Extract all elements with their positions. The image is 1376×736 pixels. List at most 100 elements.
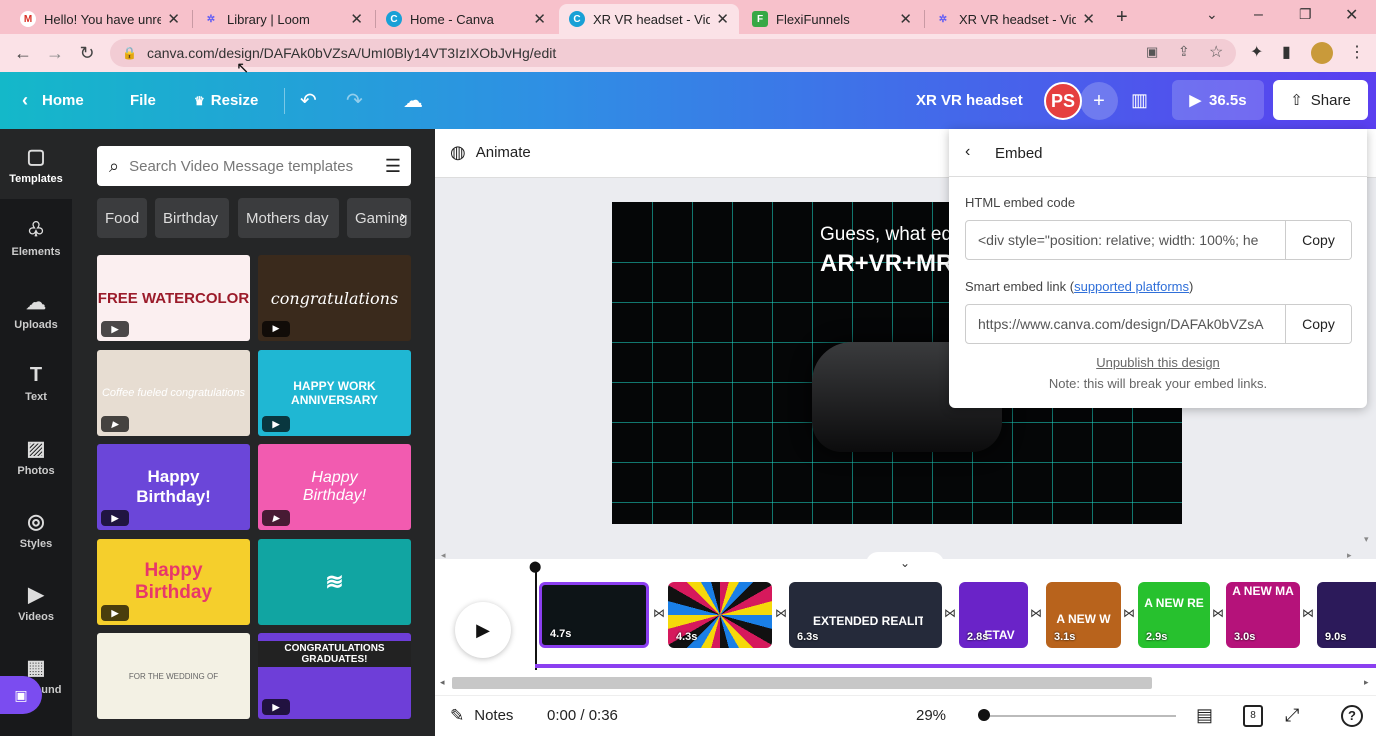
home-button[interactable]: ‹ Home bbox=[22, 72, 84, 129]
browser-tab[interactable]: F FlexiFunnels ✕ bbox=[742, 4, 922, 34]
collaborator-avatar[interactable]: PS bbox=[1044, 82, 1082, 120]
redo-icon[interactable]: ↷ bbox=[346, 72, 363, 129]
close-tab-icon[interactable]: ✕ bbox=[899, 10, 912, 28]
browser-tab[interactable]: ✲ Library | Loom ✕ bbox=[193, 4, 373, 34]
template-thumb[interactable]: Happy Birthday! ▶ bbox=[258, 444, 411, 530]
rail-item-styles[interactable]: ◎ Styles bbox=[0, 494, 72, 564]
browser-tab[interactable]: M Hello! You have unrea ✕ bbox=[10, 4, 190, 34]
close-tab-icon[interactable]: ✕ bbox=[716, 10, 729, 28]
copy-link-button[interactable]: Copy bbox=[1285, 305, 1351, 343]
help-button[interactable]: ? bbox=[1341, 695, 1363, 736]
rail-item-text[interactable]: T Text bbox=[0, 348, 72, 418]
extensions-icon[interactable]: ✦ bbox=[1250, 42, 1263, 62]
timeline-play-button[interactable]: ▶ bbox=[455, 602, 511, 658]
browser-tab-active[interactable]: C XR VR headset - Vide ✕ bbox=[559, 4, 739, 34]
transition-icon[interactable]: ⋈ bbox=[653, 606, 665, 620]
copy-html-button[interactable]: Copy bbox=[1285, 221, 1351, 259]
timeline-clip[interactable]: 9.0s bbox=[1317, 582, 1376, 648]
back-icon[interactable]: ← bbox=[8, 34, 38, 72]
browser-menu-icon[interactable]: ⋮ bbox=[1349, 42, 1365, 62]
timeline-scroll-right-icon[interactable]: ▸ bbox=[1364, 677, 1369, 688]
embed-back-icon[interactable]: ‹ bbox=[965, 143, 970, 161]
new-tab-icon[interactable]: + bbox=[1116, 6, 1128, 29]
rail-item-videos[interactable]: ▶ Videos bbox=[0, 567, 72, 637]
close-tab-icon[interactable]: ✕ bbox=[350, 10, 363, 28]
filter-icon[interactable]: ☰ bbox=[385, 156, 401, 177]
timeline-scrollbar[interactable] bbox=[452, 677, 1152, 689]
search-input[interactable]: ⌕ Search Video Message templates ☰ bbox=[97, 146, 411, 186]
close-tab-icon[interactable]: ✕ bbox=[533, 10, 546, 28]
chips-scroll-right-icon[interactable]: › bbox=[400, 208, 405, 226]
chip-food[interactable]: Food bbox=[97, 198, 147, 238]
timeline-clip[interactable]: A NEW W 3.1s bbox=[1046, 582, 1121, 648]
transition-icon[interactable]: ⋈ bbox=[1123, 606, 1135, 620]
grid-view-icon[interactable]: ▤ bbox=[1196, 695, 1213, 736]
share-button[interactable]: ⇧ Share bbox=[1273, 80, 1368, 120]
timeline-clip[interactable]: A NEW RE 2.9s bbox=[1138, 582, 1210, 648]
transition-icon[interactable]: ⋈ bbox=[944, 606, 956, 620]
rail-item-uploads[interactable]: ☁ Uploads bbox=[0, 275, 72, 345]
supported-platforms-link[interactable]: supported platforms bbox=[1074, 279, 1189, 294]
present-play-button[interactable]: ▶ 36.5s bbox=[1172, 80, 1264, 120]
close-tab-icon[interactable]: ✕ bbox=[1082, 10, 1095, 28]
analytics-icon[interactable]: ▥ bbox=[1131, 72, 1148, 129]
timeline-clip[interactable]: ETAV 2.8s bbox=[959, 582, 1028, 648]
tab-search-icon[interactable]: ⌄ bbox=[1206, 6, 1218, 23]
rail-item-elements[interactable]: ♧ Elements bbox=[0, 202, 72, 272]
template-thumb[interactable]: ≋ bbox=[258, 539, 411, 625]
side-panel-icon[interactable]: ▮ bbox=[1282, 42, 1291, 62]
slide-text-line2[interactable]: AR+VR+MR bbox=[820, 250, 953, 278]
design-title[interactable]: XR VR headset bbox=[916, 72, 1023, 129]
template-thumb[interactable]: CONGRATULATIONS GRADUATES! ▶ bbox=[258, 633, 411, 719]
canvas-scroll-down-icon[interactable]: ▾ bbox=[1364, 534, 1369, 545]
cloud-saved-icon[interactable]: ☁ bbox=[403, 72, 423, 129]
template-thumb[interactable]: FOR THE WEDDING OF bbox=[97, 633, 250, 719]
reload-icon[interactable]: ↻ bbox=[72, 34, 102, 72]
close-tab-icon[interactable]: ✕ bbox=[167, 10, 180, 28]
zoom-slider-handle[interactable] bbox=[978, 709, 990, 721]
timeline-scroll-left-icon[interactable]: ◂ bbox=[440, 677, 445, 688]
animate-button[interactable]: ◍ Animate bbox=[450, 142, 531, 163]
restore-icon[interactable]: ❐ bbox=[1299, 6, 1312, 23]
profile-avatar[interactable] bbox=[1311, 42, 1333, 64]
template-thumb[interactable]: congratulations ▶ bbox=[258, 255, 411, 341]
file-button[interactable]: File bbox=[130, 72, 156, 129]
rail-item-templates[interactable]: ▢ Templates bbox=[0, 129, 72, 199]
transition-icon[interactable]: ⋈ bbox=[1030, 606, 1042, 620]
template-thumb[interactable]: Coffee fueled congratulations ▶ bbox=[97, 350, 250, 436]
template-thumb[interactable]: Happy Birthday! ▶ bbox=[97, 444, 250, 530]
close-window-icon[interactable]: ✕ bbox=[1345, 5, 1358, 25]
timeline-toggle-icon[interactable]: ⌄ bbox=[866, 552, 944, 574]
browser-tab[interactable]: ✲ XR VR headset - Vide ✕ bbox=[925, 4, 1105, 34]
cast-icon[interactable]: ▣ bbox=[1146, 44, 1158, 60]
forward-icon[interactable]: → bbox=[40, 34, 70, 72]
timeline-clip[interactable]: EXTENDED REALITY 6.3s bbox=[789, 582, 942, 648]
pages-button[interactable]: 8 bbox=[1243, 695, 1263, 736]
audio-track[interactable] bbox=[535, 664, 1376, 668]
zoom-slider[interactable] bbox=[984, 715, 1176, 717]
fullscreen-icon[interactable]: ⤢ bbox=[1285, 695, 1299, 736]
transition-icon[interactable]: ⋈ bbox=[1212, 606, 1224, 620]
smart-embed-field[interactable]: https://www.canva.com/design/DAFAk0bVZsA… bbox=[965, 304, 1352, 344]
minimize-icon[interactable]: – bbox=[1254, 6, 1263, 24]
record-video-icon[interactable]: ▣ bbox=[0, 676, 42, 714]
chip-birthday[interactable]: Birthday bbox=[155, 198, 229, 238]
chip-mothers-day[interactable]: Mothers day bbox=[238, 198, 339, 238]
slide-text-line1[interactable]: Guess, what eq bbox=[820, 224, 952, 246]
unpublish-link[interactable]: Unpublish this design bbox=[949, 355, 1367, 370]
transition-icon[interactable]: ⋈ bbox=[1302, 606, 1314, 620]
timeline-clip[interactable]: 4.3s bbox=[668, 582, 772, 648]
template-thumb[interactable]: HAPPY WORK ANNIVERSARY ▶ bbox=[258, 350, 411, 436]
transition-icon[interactable]: ⋈ bbox=[775, 606, 787, 620]
resize-button[interactable]: ♛ Resize bbox=[194, 72, 258, 129]
template-thumb[interactable]: Happy Birthday ▶ bbox=[97, 539, 250, 625]
add-collaborator-icon[interactable]: + bbox=[1080, 82, 1118, 120]
rail-item-photos[interactable]: ▨ Photos bbox=[0, 421, 72, 491]
bookmark-star-icon[interactable]: ☆ bbox=[1209, 42, 1223, 62]
template-thumb[interactable]: FREE WATERCOLOR ▶ bbox=[97, 255, 250, 341]
undo-icon[interactable]: ↶ bbox=[300, 72, 317, 129]
browser-tab[interactable]: C Home - Canva ✕ bbox=[376, 4, 556, 34]
html-embed-field[interactable]: <div style="position: relative; width: 1… bbox=[965, 220, 1352, 260]
url-bar[interactable]: 🔒 canva.com/design/DAFAk0bVZsA/UmI0Bly14… bbox=[110, 39, 1236, 67]
timeline-clip[interactable]: 4.7s bbox=[539, 582, 649, 648]
